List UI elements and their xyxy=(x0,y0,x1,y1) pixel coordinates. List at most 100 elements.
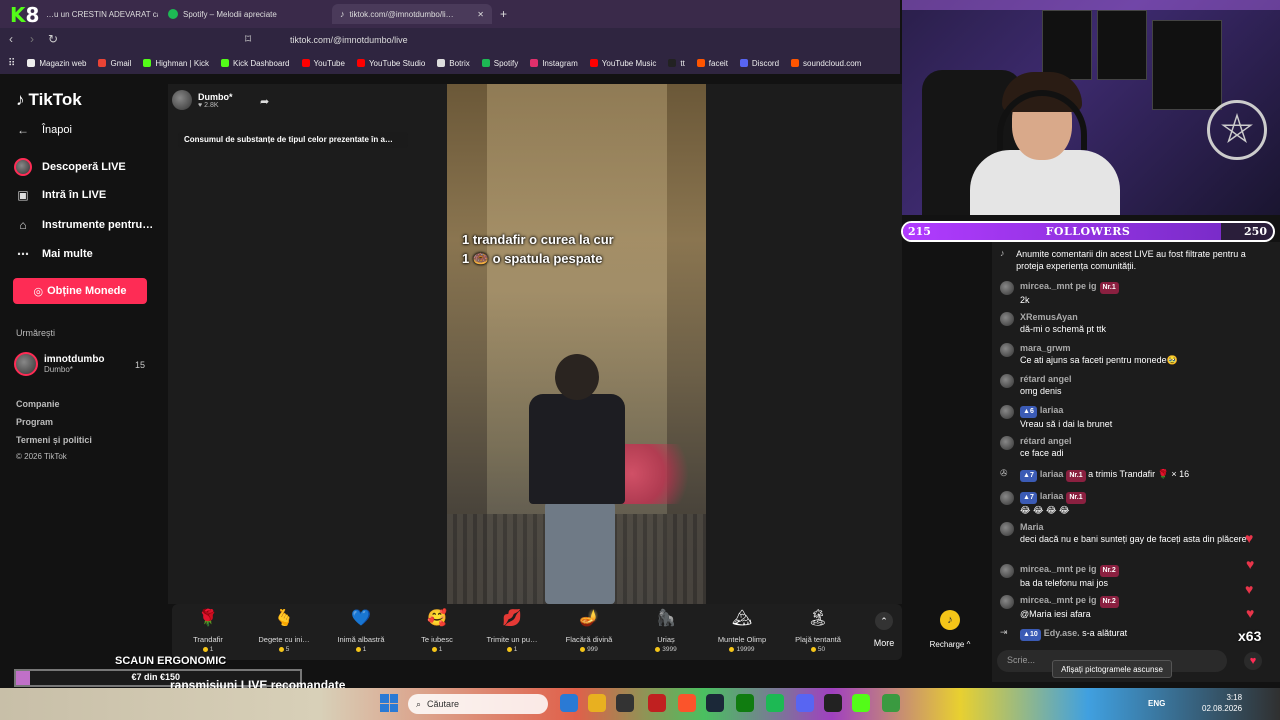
gift-item[interactable]: 🏔 Muntele Olimp 19999 xyxy=(706,608,778,653)
gift-price: 1 xyxy=(172,646,244,653)
bookmark-label: Botrix xyxy=(449,58,470,68)
chat-username[interactable]: Maria xyxy=(1020,522,1044,532)
browser-tab-1[interactable]: …u un CRESTIN ADEVARAT ca… xyxy=(46,4,158,24)
browser-tab-spotify[interactable]: Spotify – Melodii apreciate xyxy=(168,4,328,24)
coin-icon xyxy=(580,647,586,652)
chat-username[interactable]: rétard angel xyxy=(1020,374,1072,384)
sidebar-item-tools[interactable]: ⌂ Instrumente pentru… xyxy=(14,218,153,232)
discord-icon[interactable] xyxy=(796,694,814,712)
chat-message: ⇥ ▲10 Edy.ase. s-a alăturat xyxy=(1000,627,1270,641)
app-icon[interactable] xyxy=(648,694,666,712)
language-indicator[interactable]: ENG xyxy=(1148,699,1165,708)
apps-icon[interactable]: ⠿ xyxy=(8,58,15,69)
gift-name: Degete cu ini… xyxy=(258,635,310,644)
folder-icon[interactable] xyxy=(588,694,606,712)
close-icon[interactable]: ✕ xyxy=(477,10,484,19)
gift-item[interactable]: 🦍 Uriaș 3999 xyxy=(630,608,702,653)
chat-username[interactable]: mara_grwm xyxy=(1020,343,1071,353)
clock[interactable]: 3:18 02.08.2026 xyxy=(1202,692,1242,714)
sidebar-item-go-live[interactable]: ▣ Intră în LIVE xyxy=(14,188,106,202)
figure-head xyxy=(555,354,599,400)
brave-icon[interactable] xyxy=(678,694,696,712)
gift-icon: 🥰 xyxy=(427,610,447,627)
reload-icon[interactable]: ↻ xyxy=(48,32,58,46)
bookmark-item[interactable]: Highman | Kick xyxy=(143,59,209,68)
bookmark-item[interactable]: Botrix xyxy=(437,58,470,68)
chat-username[interactable]: mircea._mnt pe ig xyxy=(1020,564,1097,574)
gift-item[interactable]: 💙 Inimă albastră 1 xyxy=(325,608,397,653)
sidebar-item-more[interactable]: ⋯ Mai multe xyxy=(14,247,93,261)
chat-username[interactable]: lariaa xyxy=(1040,469,1064,479)
footer-link-terms[interactable]: Termeni și politici xyxy=(16,435,92,445)
chat-username[interactable]: rétard angel xyxy=(1020,436,1072,446)
sidebar-item-discover-live[interactable]: Descoperă LIVE xyxy=(14,158,126,176)
gift-price: 999 xyxy=(553,646,625,653)
bookmark-item[interactable]: Spotify xyxy=(481,59,518,68)
steam-icon[interactable] xyxy=(706,694,724,712)
kick-icon[interactable] xyxy=(852,694,870,712)
spotify-icon[interactable] xyxy=(766,694,784,712)
recharge-button[interactable]: ♪ Recharge ^ xyxy=(920,610,980,649)
browser-tab-tiktok[interactable]: ♪ tiktok.com/@imnotdumbo/li… ✕ xyxy=(332,4,492,24)
bookmark-item[interactable]: Instagram xyxy=(530,59,578,68)
share-icon[interactable]: ➦ xyxy=(260,95,269,108)
chat-username[interactable]: mircea._mnt pe ig xyxy=(1020,281,1097,291)
back-link[interactable]: ← Înapoi xyxy=(14,123,72,137)
footer-link-company[interactable]: Companie xyxy=(16,399,60,409)
bookmark-item[interactable]: tt xyxy=(668,59,685,68)
tiktok-logo[interactable]: ♪ TikTok xyxy=(16,90,82,110)
bookmark-item[interactable]: Gmail xyxy=(98,59,131,68)
live-video[interactable] xyxy=(447,84,706,604)
bookmark-item[interactable]: YouTube Music xyxy=(589,59,656,68)
taskbar-search[interactable]: ⌕ Căutare xyxy=(408,694,548,714)
app-icon[interactable] xyxy=(560,694,578,712)
footer-link-program[interactable]: Program xyxy=(16,417,53,427)
recharge-label: Recharge ^ xyxy=(929,640,971,649)
app-icon[interactable] xyxy=(616,694,634,712)
bookmark-icon[interactable]: ⌑ xyxy=(245,32,251,46)
chat-message: mircea._mnt pe ig Nr.1 2k xyxy=(1000,280,1270,306)
gift-item[interactable]: 🫰 Degete cu ini… 5 xyxy=(248,608,320,653)
rank-badge: Nr.1 xyxy=(1099,282,1119,294)
coin-icon xyxy=(278,647,284,652)
chat-message: rétard angel omg denis xyxy=(1000,373,1270,397)
chat-username[interactable]: XRemusAyan xyxy=(1020,312,1078,322)
like-button[interactable]: ♥ xyxy=(1244,652,1262,670)
chat-username[interactable]: Edy.ase. xyxy=(1044,628,1080,638)
sidebar-item-label: Descoperă LIVE xyxy=(42,161,126,173)
chat-username[interactable]: lariaa xyxy=(1040,405,1064,415)
avatar xyxy=(1000,312,1014,326)
more-gifts-button[interactable]: ⌃ More xyxy=(870,612,898,648)
app-icon[interactable] xyxy=(824,694,842,712)
bookmark-item[interactable]: Kick Dashboard xyxy=(221,59,290,68)
windows-start-icon[interactable] xyxy=(380,694,398,712)
url-text: tiktok.com/@imnotdumbo/live xyxy=(290,35,408,45)
gift-item[interactable]: 💋 Trimite un pu… 1 xyxy=(476,608,548,653)
bookmark-item[interactable]: soundcloud.com xyxy=(791,59,861,68)
new-tab-icon[interactable]: + xyxy=(500,4,514,24)
host-info[interactable]: Dumbo* ♥ 2.8K xyxy=(172,90,233,110)
app-icon[interactable] xyxy=(882,694,900,712)
gift-name: Trimite un pu… xyxy=(486,635,538,644)
gift-item[interactable]: 🪔 Flacără divină 999 xyxy=(553,608,625,653)
back-icon[interactable]: ‹ xyxy=(9,32,13,46)
bookmark-item[interactable]: Magazin web xyxy=(27,59,86,68)
bookmark-item[interactable]: YouTube Studio xyxy=(356,59,425,68)
message-text: @Maria iesi afara xyxy=(1020,609,1091,619)
chat-username[interactable]: lariaa xyxy=(1040,491,1064,501)
clock-date: 02.08.2026 xyxy=(1202,704,1243,713)
chat-username[interactable]: mircea._mnt pe ig xyxy=(1020,595,1097,605)
forward-icon[interactable]: › xyxy=(30,32,34,46)
xbox-icon[interactable] xyxy=(736,694,754,712)
get-coins-button[interactable]: ◎ Obține Monede xyxy=(13,278,147,304)
like-multiplier: x63 xyxy=(1238,628,1262,644)
bookmark-item[interactable]: YouTube xyxy=(301,59,345,68)
url-field[interactable]: tiktok.com/@imnotdumbo/live xyxy=(262,31,902,49)
bookmark-item[interactable]: Discord xyxy=(739,59,779,68)
gift-item[interactable]: 🌹 Trandafir 1 xyxy=(172,608,244,653)
heart-icon: ♥ xyxy=(1246,556,1255,572)
following-user[interactable]: imnotdumbo Dumbo* xyxy=(14,352,105,376)
bookmark-item[interactable]: faceit xyxy=(696,59,728,68)
gift-item[interactable]: 🏝 Plajă tentantă 50 xyxy=(782,608,854,653)
gift-item[interactable]: 🥰 Te iubesc 1 xyxy=(401,608,473,653)
